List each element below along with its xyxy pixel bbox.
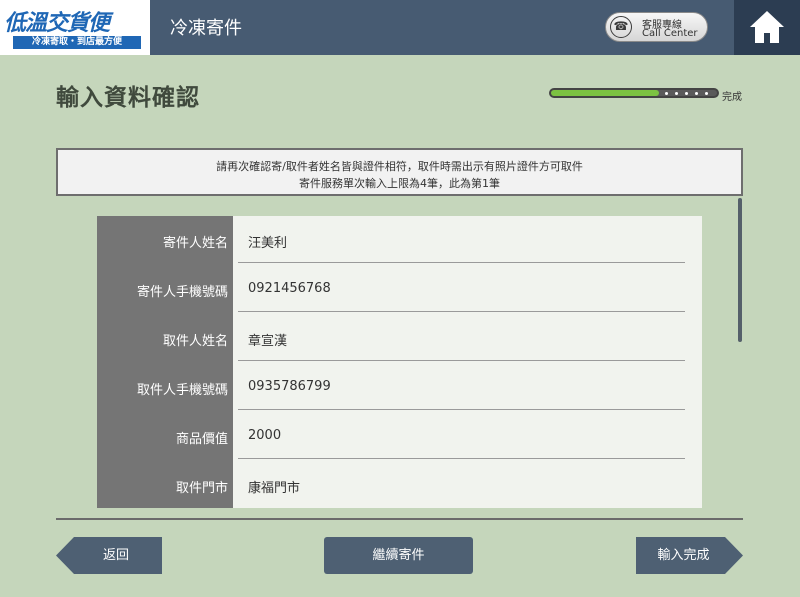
row-divider: [238, 409, 685, 410]
logo-tagline: 冷凍寄取・到店最方便: [13, 36, 141, 49]
continue-sending-button[interactable]: 繼續寄件: [324, 537, 473, 574]
home-icon: [750, 11, 784, 43]
finish-input-button[interactable]: 輸入完成: [636, 537, 743, 574]
footer-divider: [56, 518, 743, 520]
home-button[interactable]: [734, 0, 800, 55]
field-value: 0935786799: [248, 379, 331, 394]
row-sender-name: 寄件人姓名 汪美利: [97, 216, 702, 265]
field-value: 0921456768: [248, 281, 331, 296]
progress-fill: [551, 90, 659, 96]
finish-button-label: 輸入完成: [657, 548, 710, 563]
progress-bar: [549, 88, 719, 98]
page-title: 輸入資料確認: [56, 85, 200, 111]
phone-icon: ☎: [610, 16, 632, 38]
brand-logo: 低溫交貨便 冷凍寄取・到店最方便: [0, 0, 150, 55]
notice-line-1: 請再次確認寄/取件者姓名皆與證件相符，取件時需出示有照片證件方可取件: [216, 160, 583, 173]
notice-box: 請再次確認寄/取件者姓名皆與證件相符，取件時需出示有照片證件方可取件 寄件服務單…: [56, 148, 743, 196]
row-divider: [238, 458, 685, 459]
progress-step-dot: [695, 92, 698, 95]
row-recipient-name: 取件人姓名 章宣漢: [97, 314, 702, 363]
field-label: 商品價值: [175, 432, 228, 447]
row-divider: [238, 311, 685, 312]
logo-text: 低溫交貨便: [4, 11, 110, 36]
row-pickup-store: 取件門市 康福門市: [97, 461, 702, 508]
field-value: 康福門市: [248, 481, 301, 496]
call-center-label-en: Call Center: [642, 28, 698, 39]
row-item-value: 商品價值 2000: [97, 412, 702, 461]
back-button[interactable]: 返回: [56, 537, 162, 574]
progress-step-dot: [665, 92, 668, 95]
header-bar: 低溫交貨便 冷凍寄取・到店最方便 冷凍寄件 ☎ 客服專線 Call Center: [0, 0, 800, 55]
field-label: 取件人手機號碼: [136, 383, 228, 398]
row-divider: [238, 262, 685, 263]
field-label: 寄件人姓名: [162, 236, 228, 251]
row-recipient-phone: 取件人手機號碼 0935786799: [97, 363, 702, 412]
progress-step-dot: [685, 92, 688, 95]
field-label: 取件人姓名: [162, 334, 228, 349]
progress-label: 完成: [722, 92, 742, 103]
field-label: 寄件人手機號碼: [136, 285, 228, 300]
field-value: 2000: [248, 428, 282, 443]
notice-line-2: 寄件服務單次輸入上限為4筆，此為第1筆: [299, 177, 500, 190]
field-value: 章宣漢: [248, 334, 288, 349]
continue-button-label: 繼續寄件: [372, 548, 425, 563]
back-button-label: 返回: [102, 548, 129, 563]
field-value: 汪美利: [248, 236, 288, 251]
row-divider: [238, 360, 685, 361]
header-title: 冷凍寄件: [170, 18, 242, 39]
row-sender-phone: 寄件人手機號碼 0921456768: [97, 265, 702, 314]
confirmation-form: 寄件人姓名 汪美利 寄件人手機號碼 0921456768 取件人姓名 章宣漢 取…: [97, 216, 702, 508]
scrollbar[interactable]: [738, 198, 742, 342]
field-label: 取件門市: [175, 481, 228, 496]
progress-step-dot: [675, 92, 678, 95]
call-center-button[interactable]: ☎ 客服專線 Call Center: [605, 12, 708, 42]
progress-step-dot: [705, 92, 708, 95]
